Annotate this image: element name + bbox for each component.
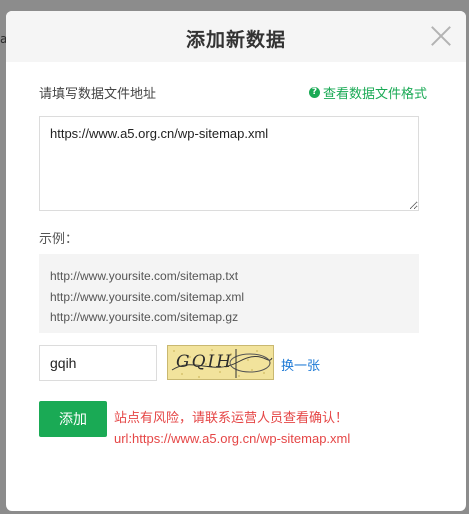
captcha-image[interactable]: GQIH: [167, 345, 274, 380]
dialog-title: 添加新数据: [185, 29, 286, 51]
url-textarea[interactable]: https://www.a5.org.cn/wp-sitemap.xml: [39, 116, 419, 211]
risk-warning-url: url:https://www.a5.org.cn/wp-sitemap.xml: [114, 431, 351, 446]
view-format-link-label: 查看数据文件格式: [322, 87, 427, 102]
view-format-link[interactable]: ? 查看数据文件格式: [308, 83, 427, 102]
captcha-image-text: GQIH: [176, 352, 234, 372]
risk-warning: 站点有风险，请联系运营人员查看确认！ url:https://www.a5.or…: [114, 409, 350, 449]
help-circle-icon: ?: [308, 87, 320, 98]
example-line: http://www.yoursite.com/sitemap.txt: [50, 269, 239, 283]
example-line: http://www.yoursite.com/sitemap.xml: [50, 289, 245, 304]
close-icon[interactable]: [430, 25, 452, 47]
url-field-label: 请填写数据文件地址: [39, 87, 157, 102]
risk-warning-message: 站点有风险，请联系运营人员查看确认！: [114, 411, 349, 426]
example-line: http://www.yoursite.com/sitemap.gz: [50, 310, 239, 324]
add-button[interactable]: 添加: [39, 401, 107, 437]
example-box: http://www.yoursite.com/sitemap.txt http…: [39, 254, 419, 333]
refresh-captcha-link[interactable]: 换一张: [281, 355, 320, 374]
dialog-header: 添加新数据: [6, 11, 466, 62]
captcha-input[interactable]: [39, 345, 157, 381]
example-label: 示例：: [39, 232, 79, 247]
